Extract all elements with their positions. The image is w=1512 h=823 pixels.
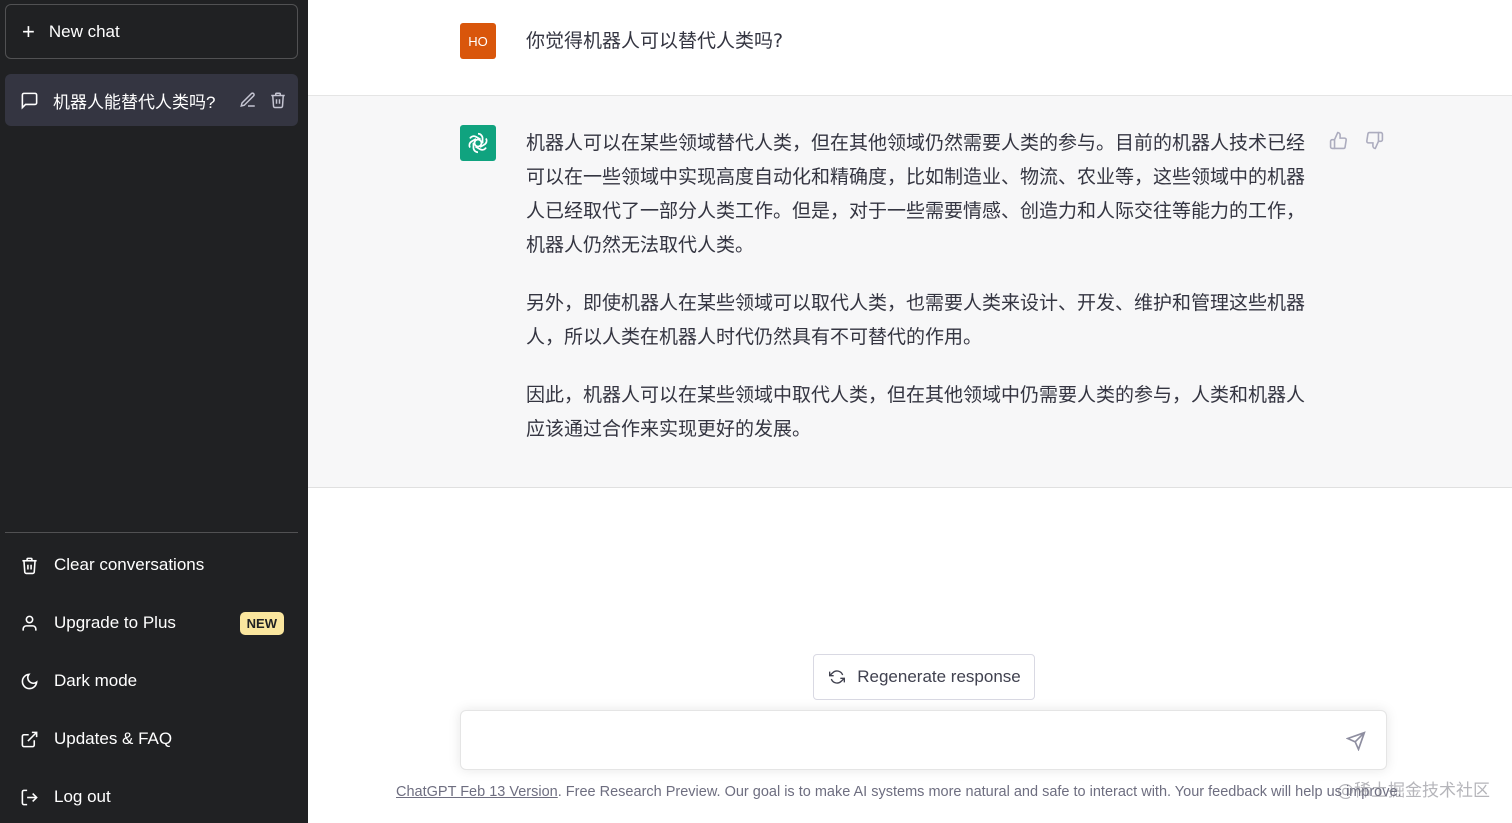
dark-mode-label: Dark mode (54, 671, 138, 690)
logout-icon (19, 787, 39, 807)
watermark: @稀土掘金技术社区 (1337, 781, 1490, 801)
answer-paragraph: 另外，即使机器人在某些领域可以取代人类，也需要人类来设计、开发、维护和管理这些机… (526, 292, 1306, 348)
assistant-answer: 机器人可以在某些领域替代人类，但在其他领域仍然需要人类的参与。目前的机器人技术已… (526, 126, 1316, 470)
chat-bubble-icon (19, 90, 39, 110)
log-out-label: Log out (54, 787, 111, 806)
sidebar-divider (5, 532, 298, 533)
moon-icon (19, 671, 39, 691)
version-link[interactable]: ChatGPT Feb 13 Version (396, 784, 558, 800)
thumbs-up-icon[interactable] (1328, 130, 1348, 150)
updates-faq-label: Updates & FAQ (54, 729, 173, 748)
chat-main: HO 你觉得机器人可以替代人类吗? 机器人可以在某些领域替代人类，但在其他领域仍… (308, 0, 1512, 823)
dark-mode-button[interactable]: Dark mode (5, 657, 298, 705)
answer-paragraph: 机器人可以在某些领域替代人类，但在其他领域仍然需要人类的参与。目前的机器人技术已… (526, 132, 1306, 256)
thumbs-down-icon[interactable] (1364, 130, 1384, 150)
conversation-item[interactable]: 机器人能替代人类吗? (5, 74, 298, 126)
message-composer (460, 710, 1387, 770)
trash-icon (19, 555, 39, 575)
edit-pencil-icon[interactable] (238, 90, 258, 110)
assistant-message-row: 机器人可以在某些领域替代人类，但在其他领域仍然需要人类的参与。目前的机器人技术已… (308, 96, 1512, 488)
assistant-avatar (460, 125, 496, 161)
sidebar: + New chat 机器人能替代人类吗? Clear conversation… (0, 0, 308, 823)
external-link-icon (19, 729, 39, 749)
conversation-title: 机器人能替代人类吗? (53, 92, 216, 112)
delete-trash-icon[interactable] (268, 90, 288, 110)
user-avatar: HO (460, 23, 496, 59)
new-chat-button[interactable]: + New chat (5, 4, 298, 59)
feedback-buttons (1328, 130, 1384, 150)
user-message-row: HO 你觉得机器人可以替代人类吗? (308, 0, 1512, 96)
new-chat-label: New chat (48, 21, 120, 41)
refresh-icon (827, 667, 847, 687)
send-icon[interactable] (1345, 731, 1368, 753)
user-message-text: 你觉得机器人可以替代人类吗? (526, 30, 784, 52)
upgrade-to-plus-button[interactable]: Upgrade to Plus NEW (5, 599, 298, 647)
regenerate-label: Regenerate response (857, 667, 1021, 686)
new-badge: NEW (239, 611, 284, 635)
regenerate-response-button[interactable]: Regenerate response (813, 654, 1035, 700)
answer-paragraph: 因此，机器人可以在某些领域中取代人类，但在其他领域中仍需要人类的参与，人类和机器… (526, 384, 1306, 440)
log-out-button[interactable]: Log out (5, 773, 298, 821)
updates-faq-link[interactable]: Updates & FAQ (5, 715, 298, 763)
openai-logo-icon (468, 132, 488, 154)
message-input[interactable] (477, 725, 1317, 755)
clear-conversations-label: Clear conversations (54, 555, 205, 574)
clear-conversations-button[interactable]: Clear conversations (5, 541, 298, 589)
plus-icon: + (22, 18, 35, 44)
user-icon (19, 613, 39, 633)
upgrade-label: Upgrade to Plus (54, 613, 176, 632)
footer-text: . Free Research Preview. Our goal is to … (557, 784, 1402, 800)
app-window: + New chat 机器人能替代人类吗? Clear conversation… (0, 0, 1512, 823)
